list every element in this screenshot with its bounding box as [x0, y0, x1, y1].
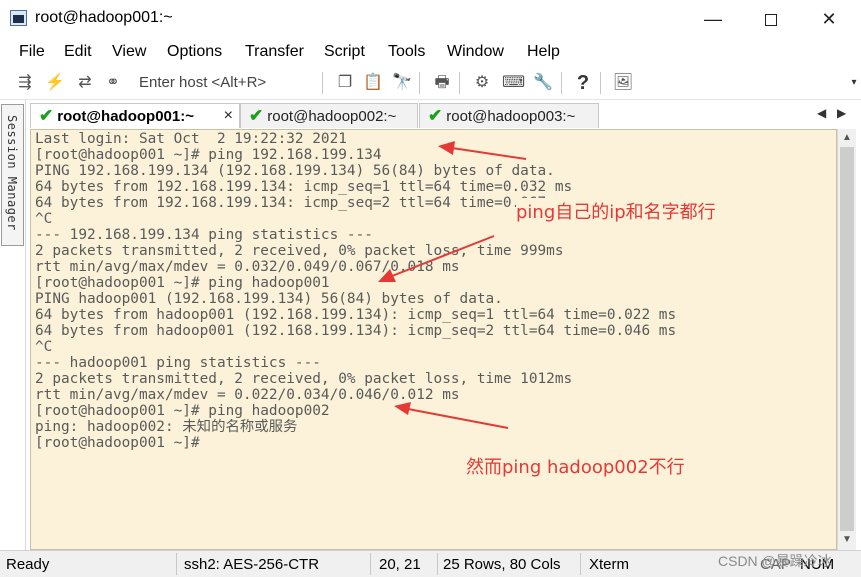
terminal-line: ^C [35, 339, 53, 355]
securecrt-app-icon [10, 10, 27, 26]
terminal-line: 64 bytes from hadoop001 (192.168.199.134… [35, 307, 677, 323]
menu-script[interactable]: Script [324, 43, 365, 61]
terminal-line: [root@hadoop001 ~]# ping 192.168.199.134 [35, 147, 382, 163]
tab-scroll-left-icon[interactable]: ◀ [817, 106, 826, 120]
terminal-line: Last login: Sat Oct 2 19:22:32 2021 [35, 131, 347, 147]
menu-transfer[interactable]: Transfer [245, 43, 304, 61]
toolbar-divider [561, 72, 562, 94]
reconnect-icon[interactable]: ⇄ [74, 72, 96, 94]
terminal-line: --- hadoop001 ping statistics --- [35, 355, 321, 371]
tab-label: root@hadoop002:~ [267, 108, 397, 125]
scrollbar-thumb[interactable] [840, 147, 854, 531]
menu-view[interactable]: View [112, 43, 146, 61]
close-button[interactable]: ✕ [809, 6, 849, 32]
terminal-line: rtt min/avg/max/mdev = 0.032/0.049/0.067… [35, 259, 460, 275]
paste-icon[interactable]: 📋 [362, 72, 384, 94]
menu-edit[interactable]: Edit [64, 43, 92, 61]
terminal-line: [root@hadoop001 ~]# ping hadoop001 [35, 275, 330, 291]
scroll-up-arrow-icon[interactable]: ▲ [842, 132, 852, 143]
terminal-screen[interactable]: Last login: Sat Oct 2 19:22:32 2021 [roo… [30, 129, 837, 550]
terminal-line: 64 bytes from 192.168.199.134: icmp_seq=… [35, 195, 573, 211]
screenshot-icon[interactable]: 🖼 [612, 72, 634, 94]
keymap-icon[interactable]: ⌨ [502, 72, 525, 94]
help-icon[interactable]: ? [572, 72, 594, 94]
settings-gear-icon[interactable]: ⚙ [471, 72, 493, 94]
toolbar-divider [419, 72, 420, 94]
window-title: root@hadoop001:~ [35, 9, 173, 26]
tab-hadoop003[interactable]: ✔ root@hadoop003:~ [419, 103, 599, 128]
menu-file[interactable]: File [19, 43, 45, 61]
toolbar-overflow-icon[interactable]: ▾ [843, 72, 861, 94]
status-divider [370, 553, 371, 575]
menu-options[interactable]: Options [167, 43, 222, 61]
status-terminal-size: 25 Rows, 80 Cols [443, 556, 561, 573]
session-tabs: ✔ root@hadoop001:~ × ✔ root@hadoop002:~ ✔ r… [26, 100, 861, 128]
minimize-button[interactable]: — [693, 6, 733, 32]
terminal-line: rtt min/avg/max/mdev = 0.022/0.034/0.046… [35, 387, 460, 403]
toolbar-divider [600, 72, 601, 94]
status-cipher: ssh2: AES-256-CTR [184, 556, 320, 573]
toolbar-divider [322, 72, 323, 94]
terminal-line: [root@hadoop001 ~]# [35, 435, 200, 451]
status-cursor-position: 20, 21 [379, 556, 421, 573]
terminal-line: 64 bytes from 192.168.199.134: icmp_seq=… [35, 179, 573, 195]
copy-icon[interactable]: ❐ [334, 72, 356, 94]
csdn-watermark: CSDN @暴躁冷冰 [718, 553, 832, 569]
terminal-line: PING hadoop001 (192.168.199.134) 56(84) … [35, 291, 503, 307]
status-divider [580, 553, 581, 575]
terminal-line: [root@hadoop001 ~]# ping hadoop002 [35, 403, 330, 419]
menu-bar: File Edit View Options Transfer Script T… [0, 38, 861, 66]
find-icon[interactable]: 🔭 [391, 72, 413, 94]
menu-window[interactable]: Window [447, 43, 504, 61]
tab-hadoop001[interactable]: ✔ root@hadoop001:~ × [30, 103, 240, 128]
connected-check-icon: ✔ [249, 106, 264, 125]
status-terminal-type: Xterm [589, 556, 630, 573]
terminal-line: --- 192.168.199.134 ping statistics --- [35, 227, 373, 243]
terminal-line: PING 192.168.199.134 (192.168.199.134) 5… [35, 163, 555, 179]
sftp-icon[interactable]: 🔧 [532, 72, 554, 94]
connected-check-icon: ✔ [39, 106, 54, 125]
disconnect-icon[interactable]: ⚭ [102, 72, 124, 94]
quick-connect-icon[interactable]: ⚡ [44, 72, 66, 94]
maximize-button[interactable] [751, 6, 791, 32]
tab-scroll-right-icon[interactable]: ▶ [837, 106, 846, 120]
menu-help[interactable]: Help [527, 43, 560, 61]
title-bar: root@hadoop001:~ — ✕ [0, 0, 861, 38]
annotation-note-ping-hadoop002: 然而ping hadoop002不行 [466, 457, 685, 478]
session-manager-tab[interactable]: Session Manager [1, 104, 24, 246]
session-manager-label: Session Manager [5, 115, 19, 231]
connect-icon[interactable]: ⇶ [14, 72, 36, 94]
terminal-line: ^C [35, 211, 53, 227]
enter-host-input[interactable]: Enter host <Alt+R> [139, 74, 266, 91]
tab-hadoop002[interactable]: ✔ root@hadoop002:~ [240, 103, 418, 128]
tab-close-icon[interactable]: × [224, 104, 233, 127]
toolbar: ⇶ ⚡ ⇄ ⚭ Enter host <Alt+R> ❐ 📋 🔭 🖶 ⚙ ⌨ 🔧… [0, 66, 861, 100]
print-icon[interactable]: 🖶 [431, 72, 453, 94]
terminal-line: ping: hadoop002: 未知的名称或服务 [35, 419, 298, 435]
terminal-line: 2 packets transmitted, 2 received, 0% pa… [35, 371, 573, 387]
status-divider [176, 553, 177, 575]
terminal-line: 2 packets transmitted, 2 received, 0% pa… [35, 243, 564, 259]
annotation-note-ping-self: ping自己的ip和名字都行 [516, 198, 716, 224]
menu-tools[interactable]: Tools [388, 43, 425, 61]
terminal-scrollbar[interactable]: ▲ ▼ [837, 129, 856, 550]
status-divider [437, 553, 438, 575]
session-manager-panel: Session Manager [0, 100, 26, 550]
toolbar-divider [459, 72, 460, 94]
tab-label: root@hadoop003:~ [446, 108, 576, 125]
scroll-down-arrow-icon[interactable]: ▼ [842, 534, 852, 545]
tab-label: root@hadoop001:~ [57, 108, 194, 125]
maximize-icon [765, 14, 777, 27]
status-ready: Ready [6, 556, 50, 573]
connected-check-icon: ✔ [428, 106, 443, 125]
terminal-line: 64 bytes from hadoop001 (192.168.199.134… [35, 323, 677, 339]
